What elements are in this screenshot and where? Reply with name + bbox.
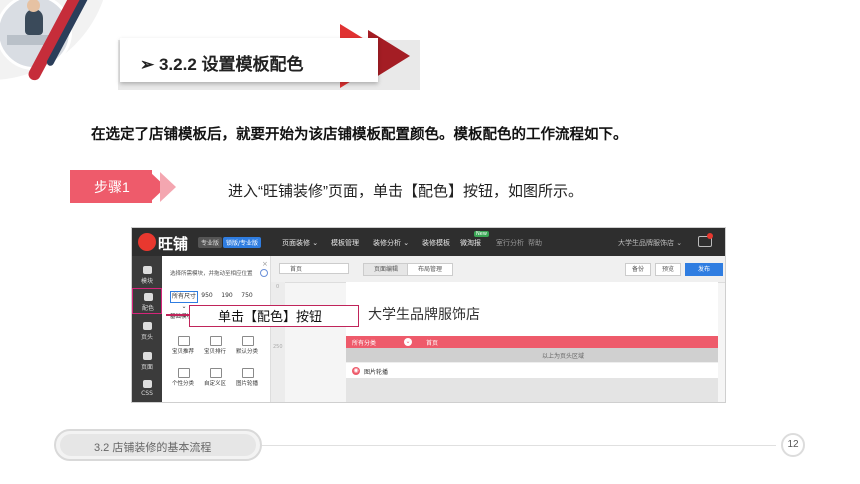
header-area-label: 以上为页头区域 [542, 353, 585, 360]
module-item-default-category[interactable]: 默认分类 [234, 334, 260, 358]
new-tag: New [474, 231, 489, 237]
shop-banner: 大学生品牌服饰店 [346, 282, 718, 336]
footer-divider [262, 445, 776, 446]
step-text: 进入“旺铺装修”页面，单击【配色】按钮，如图所示。 [228, 183, 583, 200]
header-area-divider: 以上为页头区域 [346, 348, 718, 362]
module-item-recommend[interactable]: 宝贝推荐 [170, 334, 196, 358]
intro-text: 在选定了店铺模板后，就要开始为该店铺模板配置颜色。模板配色的工作流程如下。 [91, 127, 628, 143]
canvas-toolbar: 首页 页面编辑 布局管理 备份 预览 发布 [271, 256, 725, 283]
module-item-ranking[interactable]: 宝贝排行 [202, 334, 228, 358]
page-icon [143, 352, 152, 360]
width-950[interactable]: 950 [198, 291, 216, 301]
callout-label: 单击【配色】按钮 [189, 305, 359, 327]
grid-icon [210, 368, 222, 378]
backup-button[interactable]: 备份 [625, 263, 651, 276]
tab-layout-manage[interactable]: 布局管理 [407, 263, 453, 276]
nav-template-manage[interactable]: 模板管理 [331, 238, 359, 248]
publish-button[interactable]: 发布 [685, 263, 723, 276]
step-badge: 步骤1 [70, 170, 152, 203]
editor-logo: 旺铺 [158, 235, 189, 253]
callout-connector [166, 314, 190, 316]
carousel-label: 图片轮播 [364, 369, 389, 376]
mail-icon [178, 336, 190, 346]
page-number: 12 [781, 433, 805, 457]
carousel-icon: ◉ [352, 367, 360, 375]
logo-icon [138, 233, 156, 251]
panel-hint: 选择所需模块，并拖动至相应位置 [170, 271, 253, 277]
left-item-css[interactable]: CSS [132, 376, 162, 402]
step-arrow-light-icon [160, 172, 176, 202]
shop-title: 大学生品牌服饰店 [368, 307, 480, 323]
left-item-header[interactable]: 页头 [132, 318, 162, 344]
category-icon [242, 336, 254, 346]
list-icon [210, 336, 222, 346]
editor-left-toolbar: 模块 配色 页头 页面 CSS [132, 256, 162, 402]
nav-analysis[interactable]: 室行分析 [496, 238, 524, 248]
nav-decor-template[interactable]: 装修模板 [422, 238, 450, 248]
editor-topbar: 旺铺 专业版 锁版/专业版 页面装修 ⌄ 模板管理 装修分析 ⌄ 装修模板 微淘… [132, 228, 725, 256]
module-item-carousel[interactable]: 图片轮播 [234, 366, 260, 390]
nav-page-decor[interactable]: 页面装修 ⌄ [282, 238, 318, 248]
carousel-module[interactable]: ◉ 图片轮播 [346, 362, 718, 379]
page-select[interactable]: 首页 [279, 263, 349, 274]
header-icon [143, 322, 152, 330]
help-icon[interactable] [260, 269, 268, 277]
preview-button[interactable]: 预览 [655, 263, 681, 276]
notification-dot [707, 233, 713, 239]
width-190[interactable]: 190 [218, 291, 236, 301]
palette-icon [144, 293, 153, 301]
left-item-page[interactable]: 页面 [132, 348, 162, 374]
code-icon [143, 380, 152, 388]
tab-page-edit[interactable]: 页面编辑 [363, 263, 409, 276]
pro-badge: 专业版 [198, 237, 223, 248]
module-item-custom-area[interactable]: 自定义区 [202, 366, 228, 390]
carousel-icon [242, 368, 254, 378]
slide-title: ➢ 3.2.2 设置模板配色 [140, 55, 304, 74]
width-all[interactable]: 所有尺寸 ⌄ [170, 291, 198, 310]
carousel-image [346, 378, 718, 402]
tree-icon [178, 368, 190, 378]
vertical-ruler: 0 250 [271, 282, 285, 402]
nav-all-categories[interactable]: 所有分类 [352, 338, 376, 347]
module-panel: × 选择所需模块，并拖动至相应位置 所有尺寸 ⌄ 950 190 750 基础模… [162, 256, 271, 402]
left-item-color[interactable]: 配色 [132, 288, 162, 314]
upgrade-badge[interactable]: 锁版/专业版 [223, 237, 262, 248]
step-label: 步骤1 [94, 178, 130, 195]
width-750[interactable]: 750 [238, 291, 256, 301]
nav-home[interactable]: 首页 [426, 338, 438, 347]
shop-nav-bar: 所有分类 ⌄ 首页 [346, 336, 718, 348]
left-item-modules[interactable]: 模块 [132, 262, 162, 288]
module-item-custom-category[interactable]: 个性分类 [170, 366, 196, 390]
chevron-down-icon[interactable]: ⌄ [404, 338, 412, 346]
footer-section-label: 3.2 店铺装修的基本流程 [94, 442, 212, 454]
nav-decor-analysis[interactable]: 装修分析 ⌄ [373, 238, 409, 248]
shop-name-dropdown[interactable]: 大学生品牌服饰店 ⌄ [618, 238, 682, 248]
nav-help[interactable]: 帮助 [528, 238, 542, 248]
close-icon[interactable]: × [262, 260, 268, 268]
grid-icon [143, 266, 152, 274]
nav-weitao[interactable]: 微淘报 [460, 238, 481, 248]
